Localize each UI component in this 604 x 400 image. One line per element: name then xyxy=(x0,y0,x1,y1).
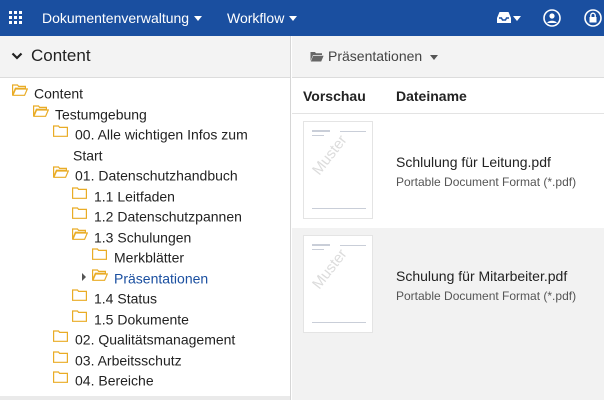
tree-item[interactable]: Merkblätter xyxy=(92,246,184,266)
watermark-text: Muster xyxy=(309,131,351,179)
file-list-header: Vorschau Dateiname xyxy=(292,78,604,114)
tree-item[interactable]: 1.4 Status xyxy=(72,287,157,307)
tree-item-label: Start xyxy=(73,146,103,163)
folder-tree-header[interactable]: Content xyxy=(0,36,290,78)
tree-item[interactable]: 00. Alle wichtigen Infos zum xyxy=(53,123,248,143)
file-name[interactable]: Schulung für Mitarbeiter.pdf xyxy=(396,268,567,284)
folder-icon xyxy=(72,184,88,204)
lock-icon[interactable] xyxy=(584,9,602,27)
file-list-empty-area xyxy=(292,343,604,400)
tree-item-label: 1.2 Datenschutzpannen xyxy=(94,208,242,225)
folder-open-icon xyxy=(71,225,89,245)
tree-item-label-continued: Start xyxy=(73,144,103,164)
folder-icon xyxy=(53,327,69,347)
chevron-down-icon[interactable] xyxy=(11,50,23,62)
folder-icon xyxy=(53,122,69,142)
menu-dokumentenverwaltung[interactable]: Dokumentenverwaltung xyxy=(42,0,203,36)
folder-open-icon xyxy=(310,52,324,62)
tree-item[interactable]: 1.2 Datenschutzpannen xyxy=(72,205,242,225)
menu-dokumentenverwaltung-label: Dokumentenverwaltung xyxy=(42,10,190,26)
chevron-down-icon[interactable] xyxy=(430,55,438,60)
tree-item[interactable]: Content xyxy=(11,81,84,102)
folder-icon xyxy=(72,204,88,224)
expand-arrow-icon[interactable] xyxy=(82,272,86,281)
folder-tree-panel: Content Content Testumgebung 00. Alle wich… xyxy=(0,36,291,400)
tree-item[interactable]: 04. Bereiche xyxy=(53,369,154,389)
tree-item[interactable]: 01. Datenschutzhandbuch xyxy=(52,163,238,184)
file-type: Portable Document Format (*.pdf) xyxy=(396,289,577,303)
inbox-chevron-down-icon[interactable] xyxy=(513,16,521,21)
folder-open-icon xyxy=(11,81,29,101)
scrollbar-track[interactable] xyxy=(0,396,290,400)
file-preview-thumbnail[interactable]: Muster xyxy=(303,121,373,219)
folder-icon xyxy=(72,286,88,306)
file-name[interactable]: Schlulung für Leitung.pdf xyxy=(396,154,551,170)
column-filename[interactable]: Dateiname xyxy=(396,88,467,104)
menu-workflow[interactable]: Workflow xyxy=(227,0,298,36)
folder-icon xyxy=(72,307,88,327)
folder-open-icon xyxy=(32,102,50,122)
file-row[interactable]: Muster Schlulung für Leitung.pdf Portabl… xyxy=(292,114,604,229)
tree-item[interactable]: 03. Arbeitsschutz xyxy=(53,349,182,369)
file-row[interactable]: Muster Schulung für Mitarbeiter.pdf Port… xyxy=(292,228,604,343)
tree-item-label: 04. Bereiche xyxy=(75,372,154,389)
folder-tree-title: Content xyxy=(31,46,91,65)
file-list-toolbar: Präsentationen xyxy=(292,36,604,78)
file-type: Portable Document Format (*.pdf) xyxy=(396,175,577,189)
tree-item-label: 1.3 Schulungen xyxy=(94,228,192,245)
tree-item-label: 03. Arbeitsschutz xyxy=(75,351,182,368)
folder-icon xyxy=(53,368,69,388)
chevron-down-icon xyxy=(194,15,203,21)
chevron-down-icon xyxy=(289,15,298,21)
folder-open-icon xyxy=(52,163,70,183)
tree-item[interactable]: 1.3 Schulungen xyxy=(71,225,192,246)
column-preview[interactable]: Vorschau xyxy=(303,88,366,104)
tree-item-label: 1.5 Dokumente xyxy=(94,310,189,327)
file-preview-thumbnail[interactable]: Muster xyxy=(303,235,373,333)
folder-icon xyxy=(92,245,108,265)
current-folder-dropdown[interactable]: Präsentationen xyxy=(328,48,422,64)
inbox-icon[interactable] xyxy=(496,9,512,25)
top-navigation-bar: Dokumentenverwaltung Workflow xyxy=(0,0,604,36)
watermark-text: Muster xyxy=(309,245,351,293)
tree-item-label: 00. Alle wichtigen Infos zum xyxy=(75,126,248,143)
tree-item-label: 01. Datenschutzhandbuch xyxy=(75,167,238,184)
tree-item[interactable]: Testumgebung xyxy=(32,102,147,123)
user-icon[interactable] xyxy=(543,9,561,27)
folder-open-icon xyxy=(91,266,109,286)
tree-item-label: Merkblätter xyxy=(114,249,185,266)
tree-item[interactable]: 1.1 Leitfaden xyxy=(72,185,175,205)
tree-item[interactable]: Präsentationen xyxy=(91,266,209,287)
apps-grid-icon[interactable] xyxy=(9,11,22,24)
tree-item-label: Testumgebung xyxy=(55,105,147,122)
tree-item-label: 1.4 Status xyxy=(94,290,158,307)
menu-workflow-label: Workflow xyxy=(227,10,285,26)
folder-icon xyxy=(53,348,69,368)
tree-item[interactable]: 02. Qualitätsmanagement xyxy=(53,328,235,348)
tree-item-label: 02. Qualitätsmanagement xyxy=(75,331,236,348)
current-folder-label: Präsentationen xyxy=(328,48,423,64)
file-list-panel: Präsentationen Vorschau Dateiname Muster… xyxy=(292,36,604,400)
tree-item-label: Content xyxy=(34,85,84,102)
tree-item-label: 1.1 Leitfaden xyxy=(94,187,175,204)
tree-item-label: Präsentationen xyxy=(114,269,209,286)
tree-item[interactable]: 1.5 Dokumente xyxy=(72,308,189,328)
